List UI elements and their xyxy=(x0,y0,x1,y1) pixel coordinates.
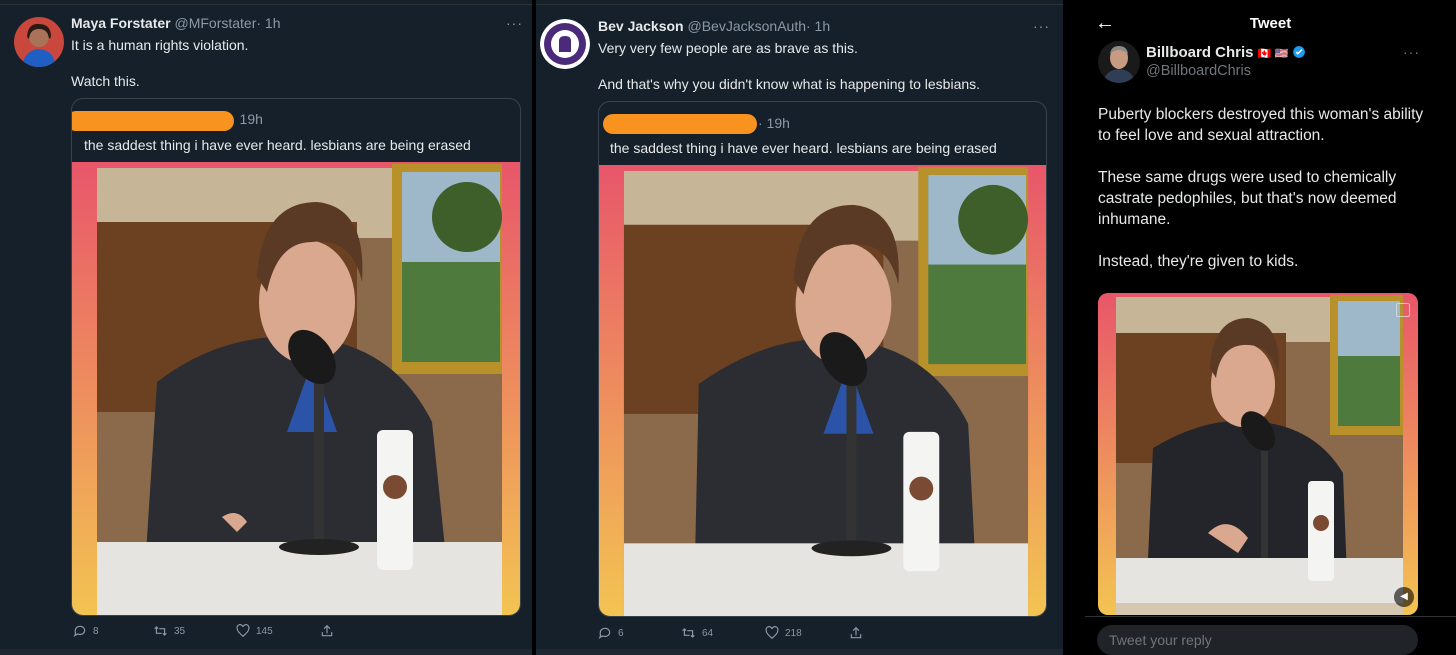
share-button[interactable] xyxy=(320,624,334,638)
reply-button[interactable]: 6 xyxy=(598,626,681,640)
author-name[interactable]: Billboard Chris xyxy=(1146,44,1254,61)
heart-icon xyxy=(765,626,779,640)
heart-icon xyxy=(236,624,250,638)
page-title: Tweet xyxy=(1249,15,1292,32)
retweet-count: 35 xyxy=(174,625,186,637)
retweet-icon xyxy=(154,626,167,636)
author-handle[interactable]: @BillboardChris xyxy=(1146,63,1251,79)
tweet-panel-maya: Maya Forstater @MForstater· 1h ··· It is… xyxy=(0,0,532,655)
reply-count: 6 xyxy=(618,627,624,639)
quote-time[interactable]: · 19h xyxy=(231,111,263,127)
tweet-time[interactable]: · 1h xyxy=(806,18,830,34)
retweet-button[interactable]: 64 xyxy=(681,626,765,640)
mute-icon[interactable]: ◀ xyxy=(1394,587,1414,607)
author-handle[interactable]: @BevJacksonAuth xyxy=(688,18,807,34)
retweet-icon xyxy=(682,628,695,638)
retweet-count: 64 xyxy=(702,627,714,639)
tweet-detail-panel: ← Tweet Billboard Chris 🇨🇦 🇺🇸 @Billboard… xyxy=(1085,0,1456,655)
reply-count: 8 xyxy=(93,625,99,637)
more-options-icon[interactable]: ··· xyxy=(1033,18,1050,34)
more-options-icon[interactable]: ··· xyxy=(1403,44,1420,60)
tweet-text: It is a human rights violation. Watch th… xyxy=(71,37,249,89)
author-handle[interactable]: @MForstater xyxy=(174,15,256,31)
tweet-time[interactable]: · 1h xyxy=(256,15,280,31)
more-options-icon[interactable]: ··· xyxy=(506,15,523,31)
quoted-tweet[interactable]: · 19h the saddest thing i have ever hear… xyxy=(598,101,1047,617)
like-count: 145 xyxy=(256,625,273,637)
avatar[interactable] xyxy=(1098,41,1140,83)
share-button[interactable] xyxy=(849,626,863,640)
video-player[interactable]: ◀ xyxy=(1098,293,1418,615)
verified-badge-icon xyxy=(1293,46,1306,58)
like-button[interactable]: 145 xyxy=(236,624,320,638)
retweet-button[interactable]: 35 xyxy=(153,624,236,638)
video-thumbnail[interactable] xyxy=(72,162,520,615)
author-name[interactable]: Maya Forstater xyxy=(71,15,171,31)
quote-text: the saddest thing i have ever heard. les… xyxy=(84,137,471,153)
quoted-tweet[interactable]: · 19h the saddest thing i have ever hear… xyxy=(71,98,521,616)
fullscreen-icon[interactable] xyxy=(1396,303,1410,317)
tweet-actions: 6 64 218 xyxy=(598,626,863,640)
video-thumbnail[interactable] xyxy=(599,165,1046,616)
avatar[interactable] xyxy=(540,19,590,69)
tweet-actions: 8 35 145 xyxy=(73,624,334,638)
reply-input[interactable]: Tweet your reply xyxy=(1097,625,1418,655)
avatar[interactable] xyxy=(14,17,64,67)
reply-icon xyxy=(598,627,611,640)
like-count: 218 xyxy=(785,627,802,639)
redacted-username xyxy=(72,111,234,131)
like-button[interactable]: 218 xyxy=(765,626,849,640)
flag-icons: 🇨🇦 🇺🇸 xyxy=(1257,48,1289,60)
author-name[interactable]: Bev Jackson xyxy=(598,18,684,34)
tweet-text: Very very few people are as brave as thi… xyxy=(598,40,981,92)
quote-text: the saddest thing i have ever heard. les… xyxy=(610,140,997,156)
reply-button[interactable]: 8 xyxy=(73,624,153,638)
reply-icon xyxy=(73,625,86,638)
share-icon xyxy=(321,624,333,637)
redacted-username xyxy=(603,114,757,134)
quote-time[interactable]: · 19h xyxy=(758,115,790,131)
tweet-text: Puberty blockers destroyed this woman's … xyxy=(1098,106,1424,270)
share-icon xyxy=(850,626,862,639)
tweet-panel-bev: Bev Jackson @BevJacksonAuth· 1h ··· Very… xyxy=(536,0,1063,655)
top-bar: ← Tweet xyxy=(1085,0,1456,46)
